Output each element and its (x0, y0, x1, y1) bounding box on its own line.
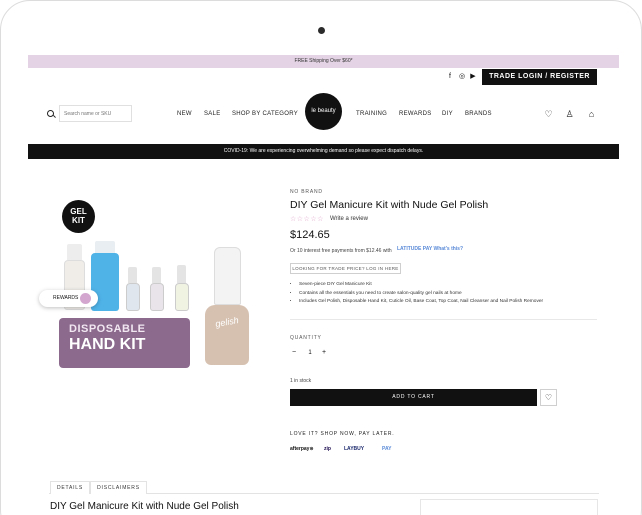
details-title: DIY Gel Manicure Kit with Nude Gel Polis… (50, 501, 239, 512)
base-coat-cap (128, 267, 137, 283)
product-features: Seven-piece DIY Gel Manicure Kit Contain… (299, 281, 543, 307)
top-coat-cap (152, 267, 161, 283)
rewards-gift-icon[interactable] (80, 293, 91, 304)
tab-disclaimers[interactable]: DISCLAIMERS (90, 481, 147, 494)
quantity-label: QUANTITY (290, 335, 322, 341)
write-review-link[interactable]: Write a review (330, 216, 368, 222)
quantity-value[interactable]: 1 (304, 348, 316, 358)
nav-new[interactable]: NEW (177, 111, 192, 117)
nav-training[interactable]: TRAINING (356, 111, 387, 117)
add-to-cart-button[interactable]: ADD TO CART (290, 389, 537, 406)
pay-later-heading: LOVE IT? SHOP NOW, PAY LATER. (290, 431, 395, 437)
badge-line-1: GEL (70, 207, 87, 216)
search-icon[interactable] (47, 110, 54, 117)
side-panel (420, 499, 598, 515)
nav-shop-by-category[interactable]: SHOP BY CATEGORY (232, 111, 298, 117)
zip-logo: zip (324, 446, 331, 452)
account-icon[interactable]: ♙ (565, 110, 574, 119)
oil-bottle-cap (67, 244, 82, 260)
divider (290, 319, 597, 320)
product-price: $124.65 (290, 229, 330, 241)
nav-diy[interactable]: DIY (442, 111, 453, 117)
webpage: FREE Shipping Over $60* f ◎ ▶ TRADE LOGI… (28, 55, 619, 515)
badge-line-2: KIT (72, 216, 85, 225)
pack-label-line-2: HAND KIT (69, 336, 146, 353)
facebook-icon[interactable]: f (446, 73, 454, 81)
installment-text: Or 10 interest free payments from $12.46… (290, 248, 392, 254)
nav-brands[interactable]: BRANDS (465, 111, 492, 117)
tablet-frame: FREE Shipping Over $60* f ◎ ▶ TRADE LOGI… (0, 0, 642, 515)
base-coat-bottle (126, 283, 140, 311)
feature-item: Contains all the essentials you need to … (299, 290, 543, 299)
gelish-bottle-cap (214, 247, 241, 305)
afterpay-logo: afterpay⊛ (290, 446, 314, 452)
latitude-pay-logo: PAY (382, 446, 392, 452)
quantity-increase-button[interactable]: + (320, 348, 328, 358)
polish-bottle (175, 283, 189, 311)
product-brand: NO BRAND (290, 189, 323, 195)
trade-price-login-button[interactable]: LOOKING FOR TRADE PRICE? LOG IN HERE (290, 263, 401, 274)
brand-logo[interactable]: le beauty (305, 93, 342, 130)
gel-kit-badge: GEL KIT (62, 200, 95, 233)
promo-bar: FREE Shipping Over $60* (28, 55, 619, 68)
nav-sale[interactable]: SALE (204, 111, 221, 117)
star-rating[interactable]: ☆☆☆☆☆ (290, 215, 324, 223)
latitude-pay-link[interactable]: LATITUDE PAY What's this? (397, 246, 463, 252)
feature-item: Seven-piece DIY Gel Manicure Kit (299, 281, 543, 290)
feature-item: Includes Gel Polish, Disposable Hand Kit… (299, 298, 543, 307)
pack-label-line-1: DISPOSABLE (69, 323, 146, 335)
cart-bag-icon[interactable]: ⌂ (587, 110, 596, 119)
search-input[interactable] (59, 105, 132, 122)
nav-rewards[interactable]: REWARDS (399, 111, 432, 117)
laybuy-logo: LAYBUY (344, 446, 365, 452)
trade-login-button[interactable]: TRADE LOGIN / REGISTER (482, 69, 597, 85)
covid-notice-bar: COVID-19: We are experiencing overwhelmi… (28, 144, 619, 159)
instagram-icon[interactable]: ◎ (458, 73, 466, 81)
youtube-icon[interactable]: ▶ (469, 73, 477, 81)
polish-cap (177, 265, 186, 283)
stock-status: 1 in stock (290, 378, 312, 384)
add-to-wishlist-heart-icon[interactable]: ♡ (540, 389, 557, 406)
cleanser-cap (95, 241, 115, 253)
top-coat-bottle (150, 283, 164, 311)
camera-dot (318, 27, 325, 34)
product-title: DIY Gel Manicure Kit with Nude Gel Polis… (290, 199, 489, 211)
wishlist-heart-icon[interactable]: ♡ (544, 110, 553, 119)
quantity-decrease-button[interactable]: − (290, 348, 298, 358)
tab-details[interactable]: DETAILS (50, 481, 90, 494)
